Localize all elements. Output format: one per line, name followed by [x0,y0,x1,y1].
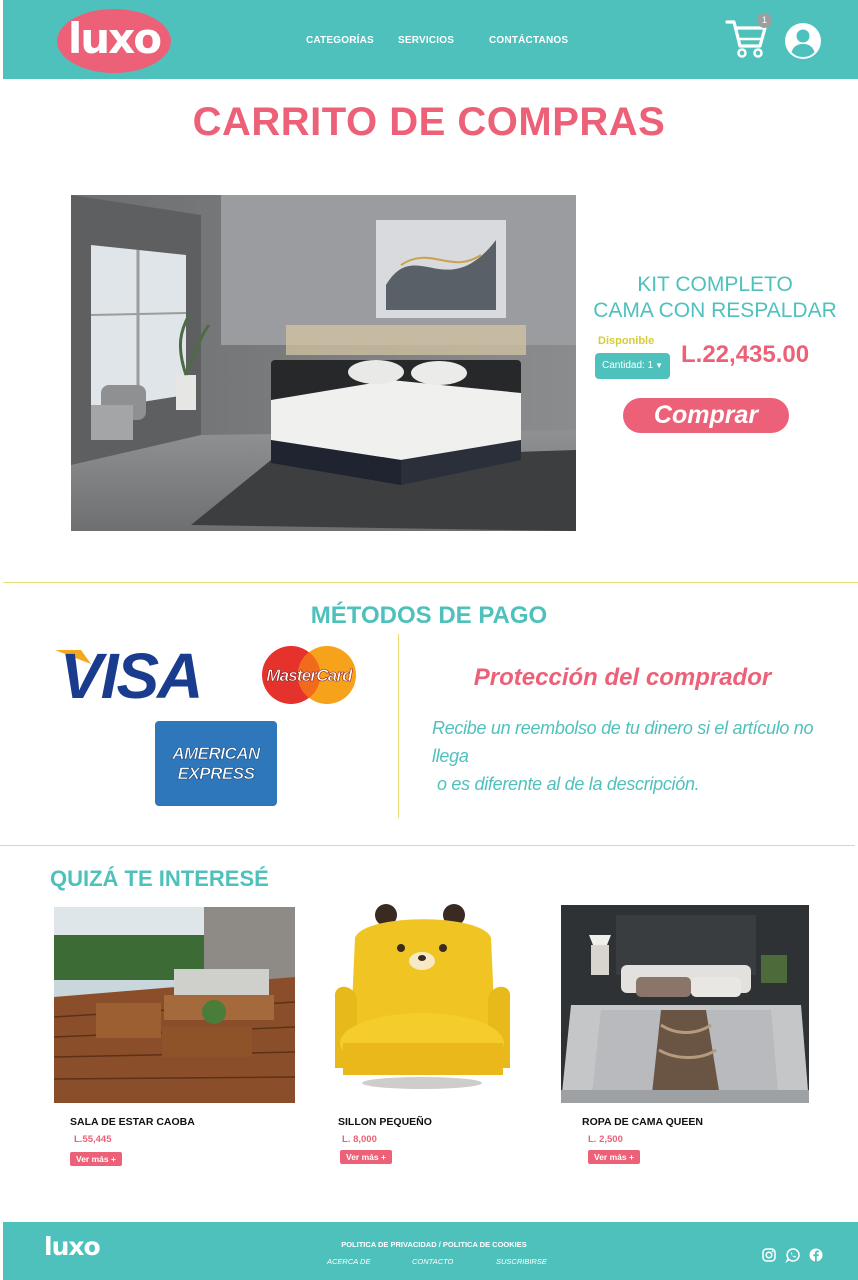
payment-methods-title: MÉTODOS DE PAGO [310,602,548,629]
see-more-button-living-room[interactable]: Ver más + [70,1152,122,1166]
mastercard-text: MasterCard [266,666,353,685]
see-more-button-bedding[interactable]: Ver más + [588,1150,640,1164]
whatsapp-icon[interactable] [785,1247,801,1263]
vertical-divider [398,634,399,818]
product-price: L.22,435.00 [681,341,810,368]
product-image-bed [71,195,576,531]
footer-link-subscribe[interactable]: SUSCRIBIRSE [496,1257,547,1266]
quantity-value: Cantidad: 1 [602,360,654,371]
page-title: CARRITO DE COMPRAS [192,100,666,144]
user-account-icon[interactable] [783,21,823,61]
protection-line2: o es diferente al de la descripción. [437,774,700,794]
visa-logo: VISA [55,640,203,704]
section-divider [0,845,855,846]
nav-contactanos[interactable]: CONTÁCTANOS [489,35,568,46]
recommendations-title: QUIZÁ TE INTERESÉ [50,866,269,891]
chevron-down-icon: ▼ [655,361,664,370]
top-navbar: luxo CATEGORÍAS SERVICIOS CONTÁCTANOS 1 [3,0,858,79]
buyer-protection-text: Recibe un reembolso de tu dinero si el a… [432,714,842,798]
logo-text: luxo [67,14,162,63]
nav-servicios[interactable]: SERVICIOS [398,35,454,46]
buy-button[interactable]: Comprar [623,398,789,433]
amex-line2: EXPRESS [177,764,255,784]
footer-link-contact[interactable]: CONTACTO [412,1257,453,1266]
availability-status: Disponible [598,335,655,347]
product-name-line2: CAMA CON RESPALDAR [593,299,837,322]
protection-line1: Recibe un reembolso de tu dinero si el a… [432,718,814,766]
product-image-bedding[interactable] [561,905,809,1103]
nav-categorias[interactable]: CATEGORÍAS [306,35,374,46]
footer-link-about[interactable]: ACERCA DE [327,1257,370,1266]
quantity-select[interactable]: Cantidad: 1 ▼ [595,353,670,379]
american-express-logo: AMERICAN EXPRESS [155,721,277,806]
luxo-logo[interactable]: luxo [57,9,171,73]
product-name-bedding: ROPA DE CAMA QUEEN [582,1116,703,1128]
section-divider [3,582,858,583]
product-price-bedding: L. 2,500 [588,1134,623,1145]
buyer-protection-title: Protección del comprador [473,664,772,691]
product-image-living-room[interactable] [54,907,295,1103]
product-price-armchair: L. 8,000 [342,1134,377,1145]
product-price-living-room: L.55,445 [74,1134,112,1145]
instagram-icon[interactable] [761,1247,777,1263]
product-name: KIT COMPLETO CAMA CON RESPALDAR [590,272,840,324]
mastercard-logo: MasterCard [262,646,356,704]
footer: luxo POLITICA DE PRIVACIDAD / POLITICA D… [3,1222,858,1280]
see-more-button-armchair[interactable]: Ver más + [340,1150,392,1164]
visa-text: VISA [60,640,201,704]
product-image-armchair[interactable] [323,903,522,1103]
footer-logo[interactable]: luxo [44,1232,101,1261]
privacy-cookies-link[interactable]: POLITICA DE PRIVACIDAD / POLITICA DE COO… [303,1240,565,1249]
amex-line1: AMERICAN [172,744,261,764]
product-name-line1: KIT COMPLETO [637,273,793,296]
product-name-armchair: SILLON PEQUEÑO [338,1116,432,1128]
facebook-icon[interactable] [808,1247,824,1263]
product-name-living-room: SALA DE ESTAR CAOBA [70,1116,195,1128]
cart-count-badge: 1 [757,13,772,28]
